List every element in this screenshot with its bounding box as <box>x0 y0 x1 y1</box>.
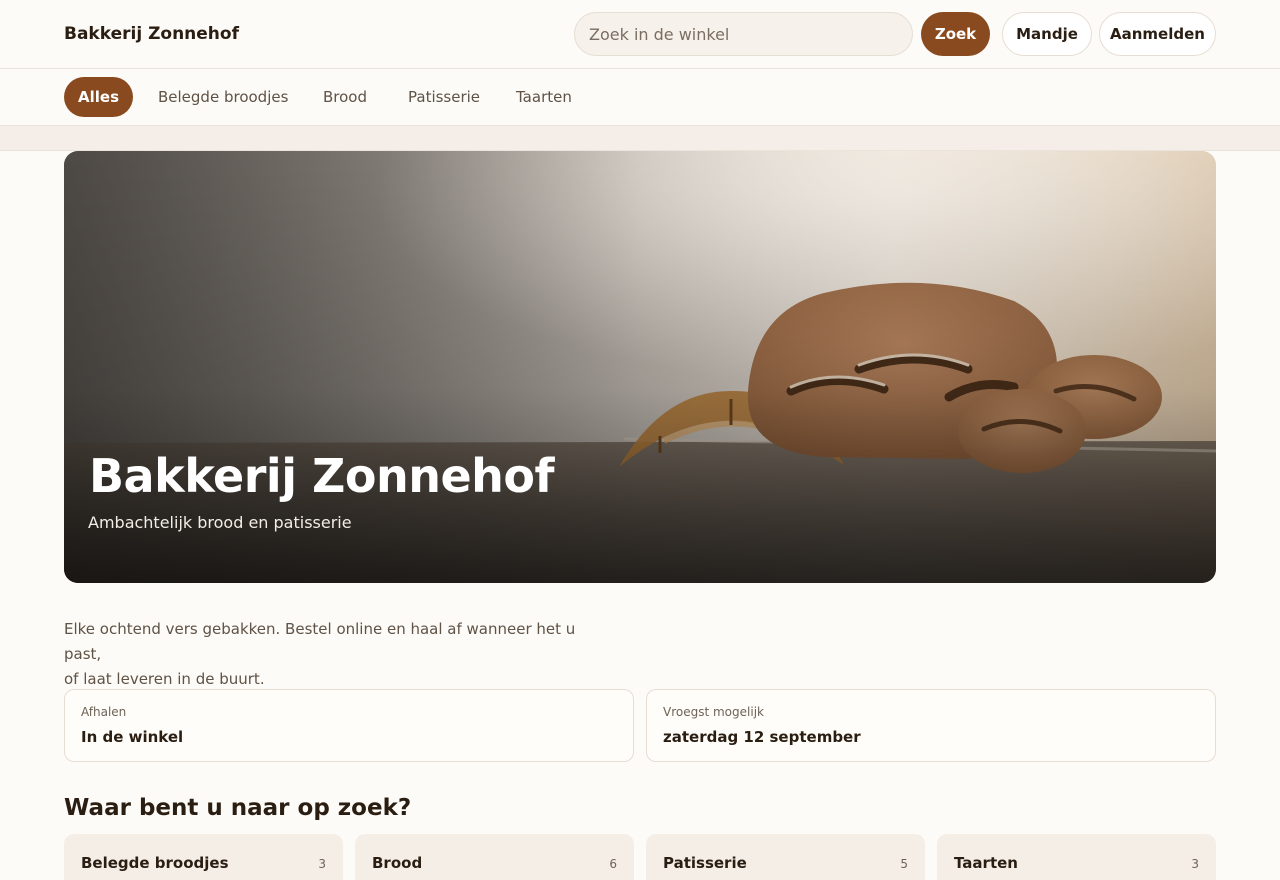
intro-line-1: Elke ochtend vers gebakken. Bestel onlin… <box>64 620 576 663</box>
category-tab-taarten[interactable]: Taarten <box>516 77 572 117</box>
category-card-name: Belegde broodjes <box>81 854 229 872</box>
login-button[interactable]: Aanmelden <box>1099 12 1216 56</box>
category-card-count: 5 <box>900 857 908 871</box>
earliest-value: zaterdag 12 september <box>663 728 861 746</box>
category-card-patisserie[interactable]: Patisserie 5 <box>646 834 925 880</box>
top-navbar: Bakkerij Zonnehof Zoek Mandje Aanmelden <box>0 0 1280 69</box>
hero-subtitle: Ambachtelijk brood en patisserie <box>88 513 352 532</box>
pickup-info-card[interactable]: Afhalen In de winkel <box>64 689 634 762</box>
intro-text: Elke ochtend vers gebakken. Bestel onlin… <box>64 617 604 692</box>
category-card-brood[interactable]: Brood 6 <box>355 834 634 880</box>
category-tab-patisserie[interactable]: Patisserie <box>408 77 480 117</box>
earliest-date-card[interactable]: Vroegst mogelijk zaterdag 12 september <box>646 689 1216 762</box>
category-tab-belegde-broodjes[interactable]: Belegde broodjes <box>158 77 288 117</box>
search-input[interactable] <box>574 12 913 56</box>
divider-strip <box>0 126 1280 151</box>
section-title: Waar bent u naar op zoek? <box>64 795 412 821</box>
category-tab-all[interactable]: Alles <box>64 77 133 117</box>
category-card-name: Patisserie <box>663 854 747 872</box>
category-card-belegde-broodjes[interactable]: Belegde broodjes 3 <box>64 834 343 880</box>
earliest-label: Vroegst mogelijk <box>663 705 764 719</box>
category-nav: Alles Belegde broodjes Brood Patisserie … <box>0 69 1280 126</box>
category-card-taarten[interactable]: Taarten 3 <box>937 834 1216 880</box>
pickup-label: Afhalen <box>81 705 127 719</box>
category-card-name: Brood <box>372 854 423 872</box>
pickup-value: In de winkel <box>81 728 184 746</box>
brand-logo-text[interactable]: Bakkerij Zonnehof <box>64 24 239 44</box>
category-card-count: 3 <box>318 857 326 871</box>
category-card-name: Taarten <box>954 854 1018 872</box>
search-button[interactable]: Zoek <box>921 12 990 56</box>
hero-banner: Bakkerij Zonnehof Ambachtelijk brood en … <box>64 151 1216 583</box>
category-tab-brood[interactable]: Brood <box>323 77 367 117</box>
cart-button[interactable]: Mandje <box>1002 12 1092 56</box>
category-card-count: 6 <box>609 857 617 871</box>
category-card-count: 3 <box>1191 857 1199 871</box>
hero-title: Bakkerij Zonnehof <box>89 449 555 503</box>
